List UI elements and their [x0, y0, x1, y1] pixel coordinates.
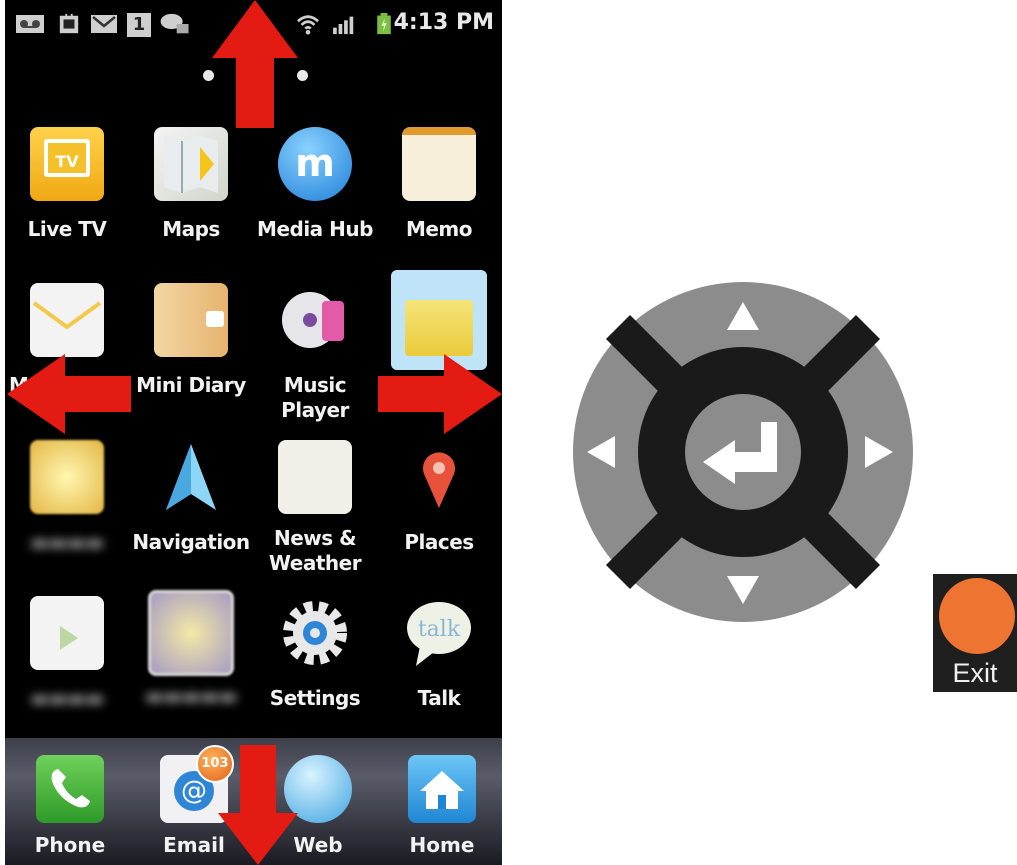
- page-indicator-dot: [297, 70, 308, 81]
- messaging-icon: [30, 283, 104, 357]
- phone-home-screen: 1 4:13 PM TV Live TV Maps m Media Hub Me…: [5, 0, 502, 865]
- memo-icon: [402, 127, 476, 201]
- app-play-store[interactable]: ▬▬▬▬: [5, 596, 129, 711]
- swipe-up-arrow: [212, 0, 298, 128]
- navigation-icon: [154, 440, 228, 514]
- app-media-hub[interactable]: m Media Hub: [253, 127, 377, 242]
- signal-icon: [333, 16, 354, 35]
- app-news-weather[interactable]: News & Weather: [253, 440, 377, 576]
- home-icon: [408, 755, 476, 823]
- battery-icon: [377, 13, 391, 35]
- dock-home[interactable]: Home: [380, 755, 502, 857]
- music-icon: [278, 283, 352, 357]
- dock-phone[interactable]: Phone: [8, 755, 132, 857]
- app-mini-diary[interactable]: Mini Diary: [129, 283, 253, 398]
- swipe-right-arrow: [378, 354, 502, 434]
- app-music-player[interactable]: Music Player: [253, 283, 377, 423]
- app-live-tv[interactable]: TV Live TV: [5, 127, 129, 242]
- wifi-icon: [296, 15, 320, 35]
- exit-label: Exit: [952, 658, 998, 688]
- blurred-app-icon: [30, 440, 104, 514]
- play-store-icon: [30, 596, 104, 670]
- exit-circle-icon: [939, 578, 1015, 654]
- media-hub-icon: m: [278, 127, 352, 201]
- gear-icon: [278, 596, 352, 670]
- svg-text:talk: talk: [418, 617, 461, 642]
- app-settings[interactable]: Settings: [253, 596, 377, 711]
- swipe-left-arrow: [7, 354, 131, 434]
- calendar-icon: [59, 13, 79, 34]
- app-places[interactable]: Places: [377, 440, 501, 555]
- news-icon: [278, 440, 352, 514]
- tv-icon: TV: [30, 127, 104, 201]
- status-time: 4:13 PM: [393, 10, 494, 35]
- phone-icon: [36, 755, 104, 823]
- places-pin-icon: [402, 440, 476, 514]
- exit-button[interactable]: Exit: [933, 574, 1017, 692]
- maps-icon: [154, 127, 228, 201]
- app-blurred[interactable]: ▬▬▬▬▬: [129, 590, 253, 709]
- app-maps[interactable]: Maps: [129, 127, 253, 242]
- app-navigation[interactable]: Navigation: [129, 440, 253, 555]
- app-memo[interactable]: Memo: [377, 127, 501, 242]
- diary-icon: [154, 283, 228, 357]
- blurred-app-icon: [148, 590, 234, 676]
- app-talk[interactable]: talk Talk: [377, 596, 501, 711]
- calendar-day-icon: 1: [127, 13, 151, 37]
- dpad-control: [573, 282, 913, 622]
- swipe-down-arrow: [218, 745, 298, 865]
- talk-icon: talk: [402, 596, 476, 670]
- mail-icon: [91, 15, 117, 33]
- voicemail-icon: [16, 15, 44, 33]
- app-blurred[interactable]: ▬▬▬▬: [5, 440, 129, 555]
- status-badge: 1: [132, 14, 146, 35]
- chat-icon: [160, 13, 189, 34]
